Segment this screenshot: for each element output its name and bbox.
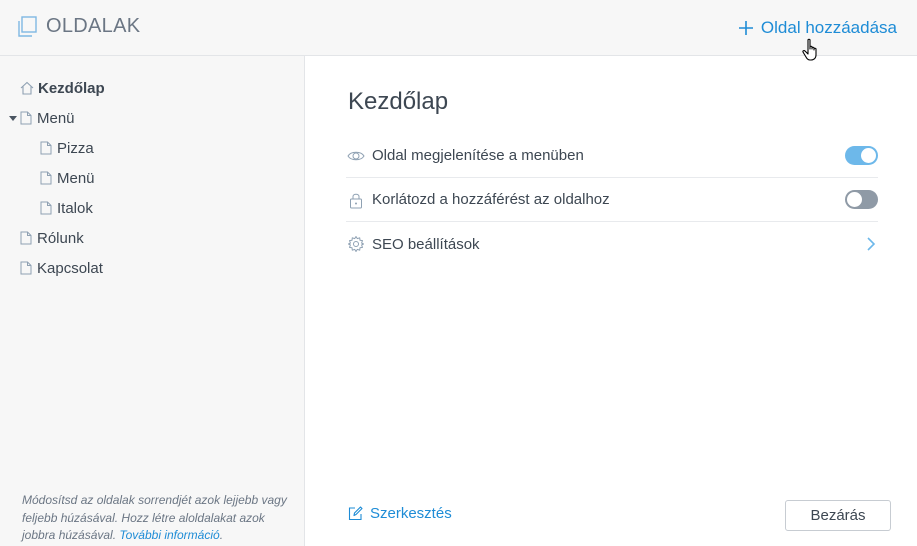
doc-icon bbox=[40, 141, 52, 155]
restrict-access-toggle[interactable] bbox=[845, 190, 878, 209]
setting-label: Korlátozd a hozzáférést az oldalhoz bbox=[372, 191, 610, 208]
reorder-help-text: Módosítsd az oldalak sorrendjét azok lej… bbox=[22, 492, 292, 545]
page-settings-panel: Kezdőlap Oldal megjelenítése a menüben K… bbox=[306, 56, 917, 546]
close-button[interactable]: Bezárás bbox=[785, 500, 891, 531]
sidebar-item-label: Menü bbox=[57, 169, 95, 187]
sidebar-item-pizza[interactable]: Pizza bbox=[40, 137, 94, 159]
home-icon bbox=[20, 81, 34, 95]
sidebar-item-italok[interactable]: Italok bbox=[40, 197, 93, 219]
eye-icon bbox=[347, 151, 365, 160]
toggle-knob bbox=[861, 148, 876, 163]
doc-icon bbox=[40, 201, 52, 215]
edit-label: Szerkesztés bbox=[370, 505, 452, 522]
gear-icon bbox=[348, 236, 364, 252]
caret-down-icon[interactable] bbox=[9, 116, 17, 121]
show-in-menu-toggle[interactable] bbox=[845, 146, 878, 165]
doc-icon bbox=[40, 171, 52, 185]
setting-restrict-access: Korlátozd a hozzáférést az oldalhoz bbox=[346, 178, 878, 222]
sidebar-item-menu-sub[interactable]: Menü bbox=[40, 167, 95, 189]
sidebar-item-kapcsolat[interactable]: Kapcsolat bbox=[20, 257, 103, 279]
more-info-link[interactable]: További információ bbox=[119, 528, 219, 542]
sidebar-item-kezdolap[interactable]: Kezdőlap bbox=[20, 77, 105, 99]
toggle-knob bbox=[847, 192, 862, 207]
page-title: Kezdőlap bbox=[348, 88, 449, 115]
sidebar-item-label: Pizza bbox=[57, 139, 94, 157]
setting-seo[interactable]: SEO beállítások bbox=[346, 222, 878, 266]
add-page-label: Oldal hozzáadása bbox=[760, 18, 897, 37]
doc-icon bbox=[20, 261, 32, 275]
sidebar-item-rolunk[interactable]: Rólunk bbox=[20, 227, 84, 249]
help-end: . bbox=[219, 528, 224, 542]
add-page-button[interactable]: Oldal hozzáadása bbox=[738, 16, 897, 40]
sidebar-item-label: Italok bbox=[57, 199, 93, 217]
setting-show-in-menu: Oldal megjelenítése a menüben bbox=[346, 134, 878, 178]
pages-icon bbox=[18, 16, 37, 37]
sidebar-item-label: Menü bbox=[37, 109, 75, 127]
setting-label: Oldal megjelenítése a menüben bbox=[372, 147, 584, 164]
page-title-header: OLDALAK bbox=[46, 15, 141, 37]
sidebar-item-menu[interactable]: Menü bbox=[20, 107, 75, 129]
sidebar: Kezdőlap Menü Pizza Menü Italok Rólunk K… bbox=[0, 56, 305, 546]
sidebar-item-label: Kezdőlap bbox=[38, 79, 105, 97]
plus-icon bbox=[738, 21, 753, 35]
sidebar-item-label: Rólunk bbox=[37, 229, 84, 247]
doc-icon bbox=[20, 111, 32, 125]
doc-icon bbox=[20, 231, 32, 245]
setting-label: SEO beállítások bbox=[372, 235, 480, 253]
chevron-right-icon[interactable] bbox=[866, 237, 876, 251]
header: OLDALAK Oldal hozzáadása bbox=[0, 0, 917, 56]
lock-icon bbox=[350, 193, 362, 208]
edit-icon bbox=[348, 506, 363, 521]
sidebar-item-label: Kapcsolat bbox=[37, 259, 103, 277]
edit-link[interactable]: Szerkesztés bbox=[348, 505, 452, 522]
